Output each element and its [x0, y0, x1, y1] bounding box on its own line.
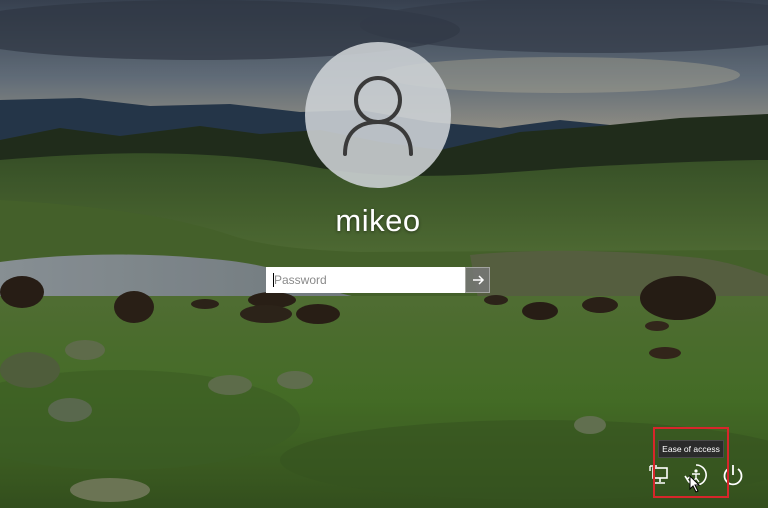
- person-icon: [343, 76, 413, 156]
- arrow-right-icon: [472, 275, 484, 285]
- password-input[interactable]: [266, 267, 465, 293]
- text-caret: [273, 273, 274, 287]
- submit-button[interactable]: [465, 267, 490, 293]
- user-avatar: [305, 42, 451, 188]
- highlight-box: [653, 427, 729, 498]
- username-label: mikeo: [335, 203, 421, 238]
- password-box: [266, 267, 490, 293]
